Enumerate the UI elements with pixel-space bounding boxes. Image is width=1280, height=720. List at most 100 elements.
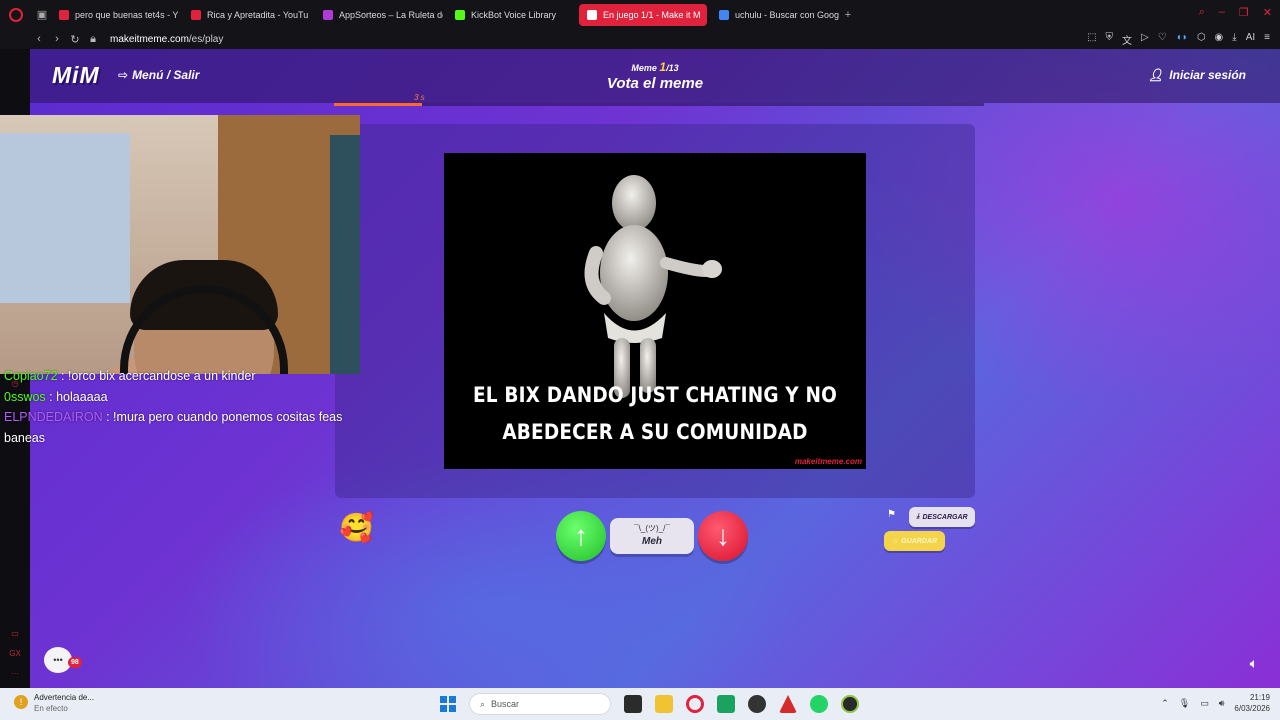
warning-icon: ! xyxy=(14,695,28,709)
emoji-reaction-button[interactable]: 🥰 xyxy=(339,511,374,545)
opera-logo-icon[interactable] xyxy=(9,7,23,22)
snapshot-icon[interactable]: ⬚ xyxy=(1087,32,1096,47)
chat-message: ELPNDEDAIRON : !mura pero cuando ponemos… xyxy=(4,407,354,448)
url-field[interactable]: makeitmeme.com/es/play xyxy=(110,34,223,45)
notice-sub: En efecto xyxy=(34,704,68,713)
back-icon[interactable]: ‹ xyxy=(30,33,48,45)
mim-logo[interactable]: MiM xyxy=(52,62,100,89)
download-button[interactable]: ⤓ DESCARGAR xyxy=(909,507,975,527)
exit-icon: ⇨ xyxy=(118,68,129,82)
restore-icon[interactable]: ❐ xyxy=(1239,6,1249,19)
arrow-up-icon: ↑ xyxy=(574,520,588,551)
meme-watermark: makeitmeme.com xyxy=(794,457,862,466)
chat-username: 0sswos xyxy=(4,389,46,404)
login-button[interactable]: 👤︎ Iniciar sesión xyxy=(1148,68,1246,82)
chat-badge: 98 xyxy=(68,657,82,668)
clock-date: 6/03/2026 xyxy=(1234,704,1270,713)
browser-tab[interactable]: En juego 1/1 - Make it M xyxy=(579,3,707,26)
round-info: Meme 1/13 Vota el meme xyxy=(590,60,720,92)
meme-caption: EL BIX DANDO JUST CHATING Y NO ABEDECER … xyxy=(469,377,840,451)
tab-favicon-icon xyxy=(191,9,201,20)
save-button[interactable]: ☆ GUARDAR xyxy=(884,531,945,551)
browser-tab[interactable]: KickBot Voice Library xyxy=(447,4,575,26)
vote-down-button[interactable]: ↓ xyxy=(698,511,748,561)
menu-exit-link[interactable]: ⇨ Menú / Salir xyxy=(118,68,199,82)
round-total: /13 xyxy=(666,63,679,73)
opera-gx-icon[interactable] xyxy=(686,695,704,713)
user-icon: 👤︎ xyxy=(1148,68,1164,82)
chat-username: Copiao72 xyxy=(4,369,58,383)
tab-title: AppSorteos – La Ruleta de xyxy=(339,9,443,20)
browser-tab[interactable]: AppSorteos – La Ruleta de xyxy=(315,4,443,26)
audio-icon[interactable]: ◖◗ xyxy=(1176,32,1188,47)
chat-widget-button[interactable]: ••• 98 xyxy=(44,647,82,673)
download-icon: ⤓ xyxy=(916,513,920,520)
login-label: Iniciar sesión xyxy=(1169,68,1246,82)
obs-icon[interactable] xyxy=(748,695,766,713)
task-view-icon[interactable] xyxy=(624,695,642,713)
clock[interactable]: 21:19 6/03/2026 xyxy=(1234,692,1270,714)
taskbar-apps: ⌕ Buscar xyxy=(440,693,859,715)
tab-title: Rica y Apretadita - YouTu xyxy=(207,9,309,20)
shrug-icon: ¯\_(ツ)_/¯ xyxy=(634,524,670,533)
close-icon[interactable]: ✕ xyxy=(1263,6,1272,19)
timer-fill xyxy=(334,103,422,106)
vote-up-button[interactable]: ↑ xyxy=(556,511,606,561)
download-icon[interactable]: ⤓ xyxy=(1232,32,1236,47)
volume-icon[interactable]: 🔊︎ xyxy=(1219,698,1225,709)
play-icon[interactable]: ▷ xyxy=(1141,32,1149,47)
heart-icon[interactable]: ♡ xyxy=(1158,32,1167,47)
vote-meh-button[interactable]: ¯\_(ツ)_/¯ Meh xyxy=(610,518,694,554)
windows-start-icon[interactable] xyxy=(440,696,456,712)
microphone-icon[interactable]: 🎙︎ xyxy=(1179,698,1190,709)
round-counter: Meme 1/13 xyxy=(590,60,720,74)
meme-card: EL BIX DANDO JUST CHATING Y NO ABEDECER … xyxy=(335,124,975,498)
search-tabs-icon[interactable]: ⌕ xyxy=(1199,6,1205,19)
reload-icon[interactable]: ↻ xyxy=(66,33,84,46)
extensions-icon[interactable]: ⬡ xyxy=(1197,32,1206,47)
browser-tab[interactable]: pero que buenas tet4s - Y xyxy=(51,4,179,26)
wallet-icon[interactable]: ▭ xyxy=(9,629,21,641)
tab-favicon-icon xyxy=(455,9,465,20)
tab-title: En juego 1/1 - Make it M xyxy=(603,9,701,20)
taskbar-notice[interactable]: ! Advertencia de... En efecto xyxy=(14,692,94,714)
tab-overview-icon[interactable]: ▣ xyxy=(33,8,51,21)
app-icon[interactable] xyxy=(841,695,859,713)
cam-background-bookcase xyxy=(330,135,360,374)
taskbar-search[interactable]: ⌕ Buscar xyxy=(469,693,611,715)
translate-icon[interactable]: 文 xyxy=(1122,32,1132,47)
tab-title: pero que buenas tet4s - Y xyxy=(75,9,179,20)
ai-button[interactable]: AI xyxy=(1246,32,1255,47)
new-tab-icon[interactable]: + xyxy=(839,9,857,21)
site-info-icon[interactable]: 🔒︎ xyxy=(84,33,102,46)
spreadsheet-icon[interactable] xyxy=(717,695,735,713)
url-path: /es/play xyxy=(188,33,224,45)
shield-icon[interactable]: ⛨ xyxy=(1106,32,1114,47)
minimize-icon[interactable]: – xyxy=(1219,6,1225,19)
site-header: MiM ⇨ Menú / Salir Meme 1/13 Vota el mem… xyxy=(30,49,1280,103)
profile-icon[interactable]: ◉ xyxy=(1215,32,1224,47)
tab-favicon-icon xyxy=(323,9,333,20)
chevron-up-icon[interactable]: ⌃ xyxy=(1161,698,1169,709)
display-icon[interactable]: ▭ xyxy=(1200,698,1209,709)
meme-image: EL BIX DANDO JUST CHATING Y NO ABEDECER … xyxy=(444,153,866,469)
adobe-icon[interactable] xyxy=(779,695,797,713)
file-explorer-icon[interactable] xyxy=(655,695,673,713)
chat-message: 0sswos : holaaaaa xyxy=(4,387,354,408)
sound-icon[interactable]: 🔈︎ xyxy=(1250,655,1258,672)
menu-icon[interactable]: ≡ xyxy=(1264,32,1270,47)
tab-title: uchulu - Buscar con Goog xyxy=(735,9,839,20)
whatsapp-icon[interactable] xyxy=(810,695,828,713)
windows-taskbar: ! Advertencia de... En efecto ⌕ Buscar ⌃… xyxy=(0,688,1280,720)
page-title: Vota el meme xyxy=(606,75,704,92)
chat-bubble-icon: ••• xyxy=(53,655,63,665)
more-icon[interactable]: ··· xyxy=(9,669,21,681)
save-label: GUARDAR xyxy=(901,537,938,545)
search-placeholder: Buscar xyxy=(491,699,520,709)
browser-tab[interactable]: uchulu - Buscar con Goog xyxy=(711,4,839,26)
gx-icon[interactable]: GX xyxy=(9,649,21,661)
browser-tab[interactable]: Rica y Apretadita - YouTu xyxy=(183,4,311,26)
meme-caption-line-1: EL BIX DANDO JUST CHATING Y NO xyxy=(472,383,838,407)
report-flag-icon[interactable]: ⚑ xyxy=(887,509,896,520)
forward-icon[interactable]: › xyxy=(48,33,66,45)
